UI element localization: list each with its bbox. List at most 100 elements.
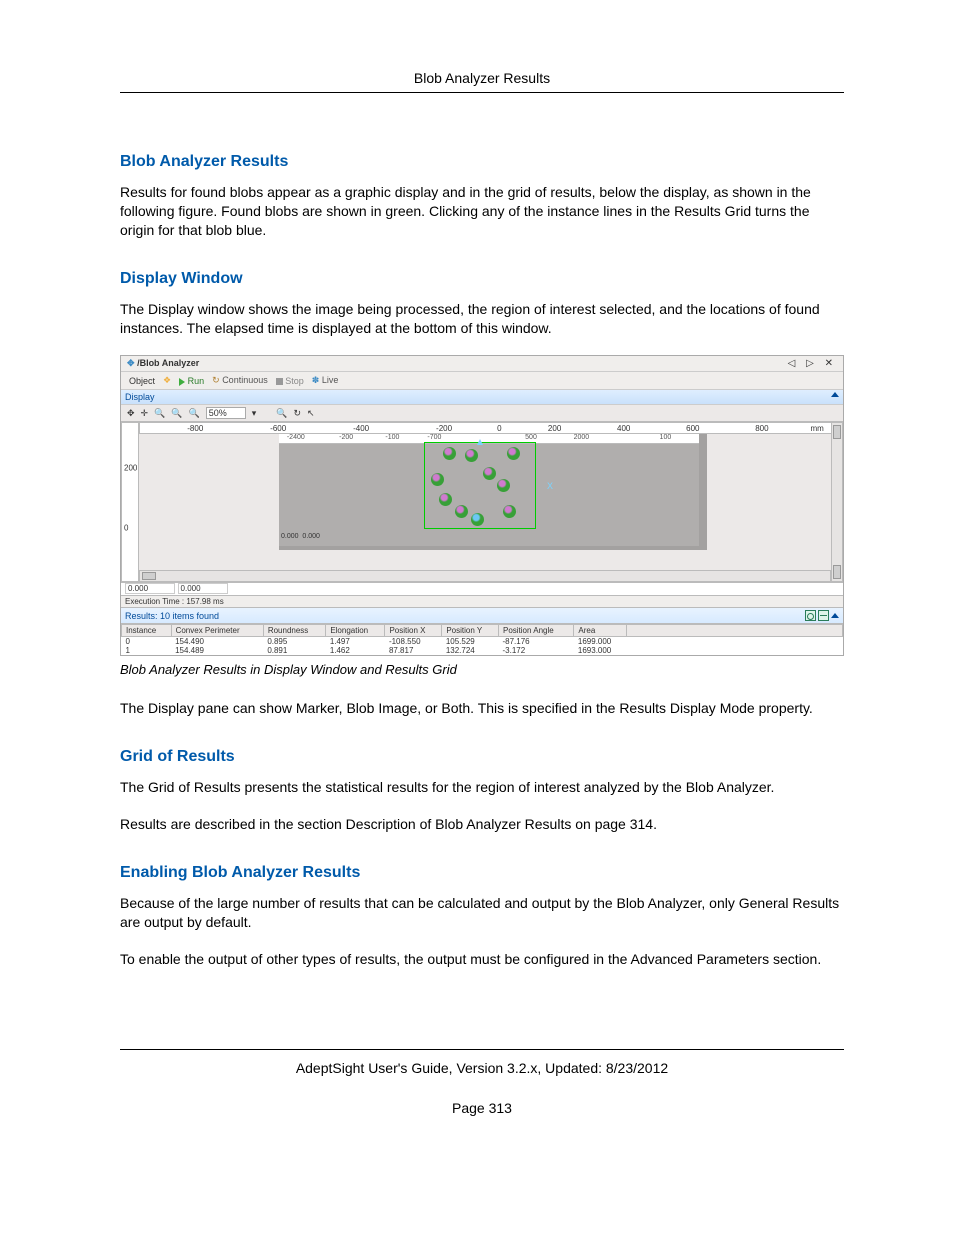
execution-time-label: Execution Time : 157.98 ms [121,596,843,608]
ruler-tick: 200 [548,424,561,433]
ruler-tick: 600 [686,424,699,433]
results-grid[interactable]: Instance Convex Perimeter Roundness Elon… [121,624,843,655]
zoom-toolbar: ✥ ✛ 🔍 🔍 🔍 50% ▾ 🔍 ↻ ↖ [121,405,843,422]
window-controls[interactable]: ◁ ▷ ✕ [788,358,837,369]
results-section-header[interactable]: Results: 10 items found [121,608,843,624]
heading-blob-results: Blob Analyzer Results [120,153,844,171]
inset-coords: 0.000 0.000 [281,533,320,540]
col-instance[interactable]: Instance [122,625,172,637]
tool-config-icon[interactable]: ✥ [127,408,135,419]
axis-x-label: X [547,481,553,491]
screenshot-figure: ✥ /Blob Analyzer ◁ ▷ ✕ Object ❖ Run ↻ Co… [120,355,844,656]
ruler-tick: -400 [353,424,369,433]
col-convex[interactable]: Convex Perimeter [171,625,263,637]
col-area[interactable]: Area [574,625,626,637]
image-inset: -2400 -200 -100 -700 500 2000 100 X [279,434,707,550]
display-section-header[interactable]: Display [121,390,843,405]
grid-header-row: Instance Convex Perimeter Roundness Elon… [122,625,843,637]
results-minimize-icon[interactable] [818,610,829,621]
stop-button[interactable]: Stop [276,376,304,386]
zoom-value-input[interactable]: 50% [206,407,246,419]
ruler-vertical: 200 0 [121,422,139,582]
results-count-label: Results: 10 items found [125,611,219,621]
text-s3-p1: The Grid of Results presents the statist… [120,778,844,797]
col-posx[interactable]: Position X [385,625,442,637]
ruler-unit: mm [811,424,824,433]
scrollbar-vertical[interactable] [831,422,843,582]
ruler-tick: -200 [436,424,452,433]
ruler-left-tick: 0 [124,523,128,532]
zoom-in-icon[interactable]: 🔍 [154,408,165,419]
blob-marker [507,447,520,460]
heading-enabling: Enabling Blob Analyzer Results [120,864,844,882]
blob-marker-selected [471,513,484,526]
zoom-misc-icon[interactable]: ↻ [294,408,302,419]
display-canvas[interactable]: 200 0 -800 -600 -400 -200 0 200 400 600 … [121,422,843,583]
window-icon: ✥ [127,358,135,368]
blob-marker [483,467,496,480]
pointer-icon[interactable]: ↖ [307,408,315,419]
chevron-collapse-icon[interactable] [831,392,839,397]
grid-row[interactable]: 1 154.489 0.891 1.462 87.817 132.724 -3.… [122,646,843,655]
zoom-dropdown-icon[interactable]: ▾ [252,408,257,419]
col-angle[interactable]: Position Angle [498,625,573,637]
axis-y-arrow-icon [477,439,483,445]
col-elong[interactable]: Elongation [326,625,385,637]
blob-marker [497,479,510,492]
scrollbar-horizontal[interactable] [139,570,831,582]
zoom-fit-icon[interactable]: 🔍 [189,408,200,419]
page-footer-divider [120,1049,844,1050]
window-titlebar: ✥ /Blob Analyzer ◁ ▷ ✕ [121,356,843,372]
ruler-tick: -600 [270,424,286,433]
grid-row[interactable]: 0 154.490 0.895 1.497 -108.550 105.529 -… [122,637,843,647]
text-s4-p2: To enable the output of other types of r… [120,950,844,969]
ruler-tick: -800 [187,424,203,433]
zoom-out-icon[interactable]: 🔍 [171,408,182,419]
play-icon [179,378,185,386]
continuous-button[interactable]: ↻ Continuous [212,375,268,386]
object-icon[interactable]: ❖ [163,375,171,386]
blob-marker [455,505,468,518]
chevron-collapse-icon[interactable] [831,613,839,618]
object-label: Object [129,376,155,386]
blob-marker [503,505,516,518]
region-of-interest[interactable]: X [424,442,536,529]
blob-marker [431,473,444,486]
text-s4-p1: Because of the large number of results t… [120,894,844,932]
blob-marker [443,447,456,460]
heading-display-window: Display Window [120,270,844,288]
scrollbar-thumb[interactable] [833,425,841,439]
run-button[interactable]: Run [179,376,204,386]
text-s2-p2: The Display pane can show Marker, Blob I… [120,699,844,718]
blob-marker [465,449,478,462]
results-view-icon[interactable] [805,610,816,621]
zoom-region-icon[interactable]: 🔍 [276,408,287,419]
scrollbar-thumb[interactable] [833,565,841,579]
figure-caption: Blob Analyzer Results in Display Window … [120,662,844,677]
coord-y: 0.000 [178,583,228,594]
live-button[interactable]: ✽ Live [312,375,339,386]
object-toolbar: Object ❖ Run ↻ Continuous Stop ✽ Live [121,372,843,390]
footer-line: AdeptSight User's Guide, Version 3.2.x, … [296,1060,668,1076]
window-title: /Blob Analyzer [137,358,199,368]
tool-hand-icon[interactable]: ✛ [141,408,149,419]
page-header-divider [120,92,844,93]
page-number: Page 313 [120,1100,844,1116]
blob-marker [439,493,452,506]
text-s2-p1: The Display window shows the image being… [120,300,844,338]
ruler-tick: 400 [617,424,630,433]
ruler-tick: 800 [755,424,768,433]
ruler-tick: 0 [497,424,501,433]
text-s1-p1: Results for found blobs appear as a grap… [120,183,844,240]
text-s3-p2: Results are described in the section Des… [120,815,844,834]
heading-grid-results: Grid of Results [120,748,844,766]
page-header-title: Blob Analyzer Results [120,70,844,86]
ruler-left-tick: 200 [124,463,137,472]
ruler-horizontal: -800 -600 -400 -200 0 200 400 600 800 mm [139,422,831,434]
display-label: Display [125,392,155,402]
scrollbar-thumb[interactable] [142,572,156,580]
col-posy[interactable]: Position Y [442,625,499,637]
coord-x: 0.000 [125,583,175,594]
col-round[interactable]: Roundness [263,625,326,637]
col-spacer [626,625,842,637]
